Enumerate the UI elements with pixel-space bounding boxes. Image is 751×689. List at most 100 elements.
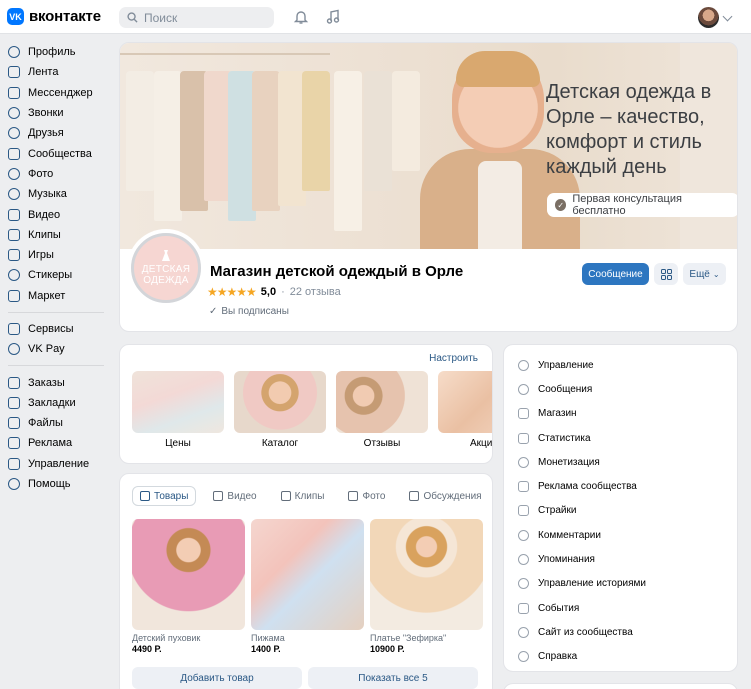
market-icon xyxy=(8,289,20,302)
sidebar-item-orders[interactable]: Заказы xyxy=(0,372,110,392)
shop-bag-icon xyxy=(518,408,529,420)
sidebar-item-phone[interactable]: Звонки xyxy=(0,103,110,123)
chevron-down-icon[interactable] xyxy=(722,11,733,22)
tab-photo[interactable]: Фото xyxy=(341,486,392,506)
manage-item-stats[interactable]: Статистика xyxy=(504,426,737,450)
message-button[interactable]: Сообщение xyxy=(582,263,649,285)
vkpay-icon xyxy=(8,343,20,356)
sidebar-item-manage[interactable]: Управление xyxy=(0,454,110,474)
rating-separator: · xyxy=(281,286,285,298)
manage-item-label: Реклама сообщества xyxy=(538,481,637,493)
tab-discussion[interactable]: Обсуждения xyxy=(402,486,488,506)
files-icon xyxy=(8,417,20,430)
manage-item-label: Статистика xyxy=(538,432,591,444)
cover-title: Детская одежда в Орле – качество, комфор… xyxy=(546,81,712,178)
music-icon[interactable] xyxy=(324,8,342,26)
community-rating[interactable]: ★★★★★ 5,0 · 22 отзыва xyxy=(207,285,341,299)
vk-logo-text: вконтакте xyxy=(29,8,101,25)
product-card[interactable]: Пижама 1400 Р. xyxy=(251,519,364,654)
highlight-item[interactable]: Цены xyxy=(132,371,224,449)
free-consultation-badge[interactable]: ✓ Первая консультация бесплатно xyxy=(547,193,737,217)
vk-logo[interactable]: VK вконтакте xyxy=(7,8,101,25)
manage-item-comment[interactable]: Комментарии xyxy=(504,523,737,547)
configure-link[interactable]: Настроить xyxy=(429,353,478,364)
manage-item-message[interactable]: Сообщения xyxy=(504,377,737,401)
sidebar-item-label: Видео xyxy=(28,208,61,221)
ads-icon xyxy=(8,437,20,450)
bell-icon[interactable] xyxy=(292,8,310,26)
check-circle-icon: ✓ xyxy=(555,199,567,211)
stats-icon xyxy=(518,432,529,444)
manage-item-events[interactable]: События xyxy=(504,596,737,620)
sidebar-item-music[interactable]: Музыка xyxy=(0,184,110,204)
manage-item-megaphone[interactable]: Реклама сообщества xyxy=(504,474,737,498)
manage-item-strike[interactable]: Страйки xyxy=(504,499,737,523)
chevron-down-icon: ⌄ xyxy=(712,269,720,279)
tab-shop-bag[interactable]: Товары xyxy=(132,486,197,506)
manage-item-mention[interactable]: Упоминания xyxy=(504,547,737,571)
search-input[interactable]: Поиск xyxy=(119,7,274,28)
sidebar-item-messenger[interactable]: Мессенджер xyxy=(0,83,110,103)
highlight-item[interactable]: Каталог xyxy=(234,371,326,449)
sidebar-item-market[interactable]: Маркет xyxy=(0,286,110,306)
sidebar-item-label: Маркет xyxy=(28,289,66,302)
manage-item-label: Страйки xyxy=(538,505,577,517)
messenger-icon xyxy=(8,86,20,99)
sidebar-item-help[interactable]: Помощь xyxy=(0,474,110,494)
content-tabs: ТоварыВидеоКлипыФотоОбсуждения⚙ xyxy=(132,486,492,506)
manage-item-monetization[interactable]: Монетизация xyxy=(504,450,737,474)
sidebar-item-stickers[interactable]: Стикеры xyxy=(0,265,110,285)
user-avatar[interactable] xyxy=(698,7,719,28)
subscription-status[interactable]: ✓ Вы подписаны xyxy=(209,306,289,317)
show-all-products-button[interactable]: Показать все 5 xyxy=(308,667,478,689)
tab-clips[interactable]: Клипы xyxy=(274,486,332,506)
product-image xyxy=(132,519,245,630)
tab-label: Видео xyxy=(227,490,257,502)
add-product-button[interactable]: Добавить товар xyxy=(132,667,302,689)
avatar-line1: ДЕТСКАЯ xyxy=(141,264,191,275)
community-avatar[interactable]: ДЕТСКАЯ ОДЕЖДА xyxy=(127,229,205,307)
management-list: Управление Сообщения Магазин Статистика Моне… xyxy=(504,345,737,669)
communities-icon xyxy=(8,147,20,160)
sidebar-item-label: Лента xyxy=(28,66,59,79)
manage-item-help[interactable]: Справка xyxy=(504,645,737,669)
sidebar-item-vkpay[interactable]: VK Pay xyxy=(0,339,110,359)
manage-item-stories[interactable]: Управление историями xyxy=(504,572,737,596)
sidebar-item-communities[interactable]: Сообщества xyxy=(0,143,110,163)
sidebar-item-games[interactable]: Игры xyxy=(0,245,110,265)
sidebar-item-label: VK Pay xyxy=(28,343,65,356)
vk-logo-mark: VK xyxy=(7,8,24,25)
sidebar-item-feed[interactable]: Лента xyxy=(0,62,110,82)
help-icon xyxy=(518,651,529,663)
product-card[interactable]: Платье "Зефирка" 10900 Р. xyxy=(370,519,483,654)
tab-label: Обсуждения xyxy=(423,490,482,502)
mention-icon xyxy=(518,554,529,566)
apps-grid-button[interactable] xyxy=(654,263,678,285)
manage-item-shop-bag[interactable]: Магазин xyxy=(504,402,737,426)
more-button[interactable]: Ещё ⌄ xyxy=(683,263,726,285)
sidebar-item-clips[interactable]: Клипы xyxy=(0,225,110,245)
product-image xyxy=(370,519,483,630)
sidebar-item-label: Сообщества xyxy=(28,147,92,160)
manage-item-globe[interactable]: Сайт из сообщества xyxy=(504,620,737,644)
sidebar-item-photo[interactable]: Фото xyxy=(0,164,110,184)
product-price: 1400 Р. xyxy=(251,644,281,654)
sidebar-item-ads[interactable]: Реклама xyxy=(0,433,110,453)
highlight-label: Отзывы xyxy=(363,438,401,449)
sidebar-item-files[interactable]: Файлы xyxy=(0,413,110,433)
sidebar-item-services[interactable]: Сервисы xyxy=(0,319,110,339)
manage-item-gear[interactable]: Управление xyxy=(504,353,737,377)
check-icon: ✓ xyxy=(209,306,218,317)
sidebar-item-profile[interactable]: Профиль xyxy=(0,42,110,62)
sidebar-item-video[interactable]: Видео xyxy=(0,204,110,224)
sidebar-item-friends[interactable]: Друзья xyxy=(0,123,110,143)
highlight-item[interactable]: Акции xyxy=(438,371,492,449)
highlight-item[interactable]: Отзывы xyxy=(336,371,428,449)
product-card[interactable]: Детский пуховик 4490 Р. xyxy=(132,519,245,654)
bookmarks-icon xyxy=(8,396,20,409)
sidebar-item-label: Файлы xyxy=(28,417,63,430)
highlights-card: Настроить Цены Каталог Отзывы Акции xyxy=(119,344,493,464)
tab-video[interactable]: Видео xyxy=(206,486,263,506)
cover-image: Детская одежда в Орле – качество, комфор… xyxy=(120,43,737,249)
sidebar-item-bookmarks[interactable]: Закладки xyxy=(0,393,110,413)
